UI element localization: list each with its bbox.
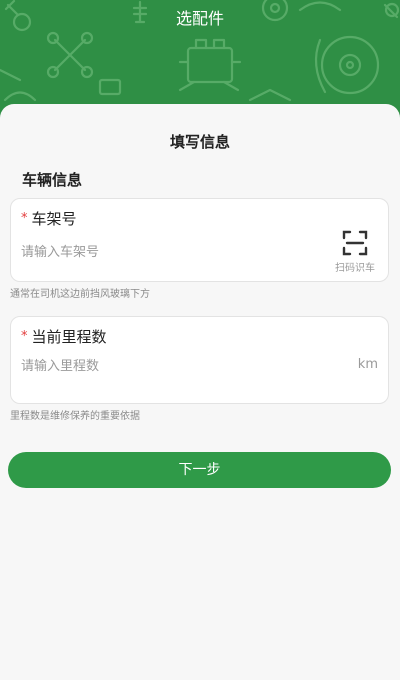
required-mark: * (21, 211, 28, 226)
scan-vehicle-button[interactable]: 扫码识车 (330, 229, 380, 277)
mileage-card: * 当前里程数 km (10, 316, 389, 404)
vin-label: 车架号 (31, 210, 77, 228)
page: 选配件 填写信息 车辆信息 * 车架号 请输入车架号 扫码识车 通常在司机这边前… (0, 0, 400, 680)
mileage-hint: 里程数是维修保养的重要依据 (10, 411, 140, 422)
vin-card: * 车架号 扫码识车 (10, 198, 389, 282)
form-sheet: 填写信息 车辆信息 * 车架号 扫码识车 (0, 104, 400, 680)
form-title: 填写信息 (169, 133, 230, 151)
scan-icon (342, 230, 368, 256)
next-step-button[interactable]: 下一步 (8, 452, 391, 488)
scan-label: 扫码识车 (335, 263, 375, 274)
required-mark: * (21, 329, 28, 344)
vin-hint: 通常在司机这边前挡风玻璃下方 (10, 289, 150, 300)
vin-input[interactable] (21, 241, 321, 263)
page-title: 选配件 (175, 9, 224, 28)
section-title-vehicle-info: 车辆信息 (22, 171, 83, 189)
mileage-unit: km (357, 357, 378, 372)
mileage-label: 当前里程数 (31, 328, 107, 346)
vin-label-row: * 车架号 (21, 209, 77, 229)
mileage-input[interactable] (21, 355, 341, 377)
mileage-label-row: * 当前里程数 (21, 327, 107, 347)
